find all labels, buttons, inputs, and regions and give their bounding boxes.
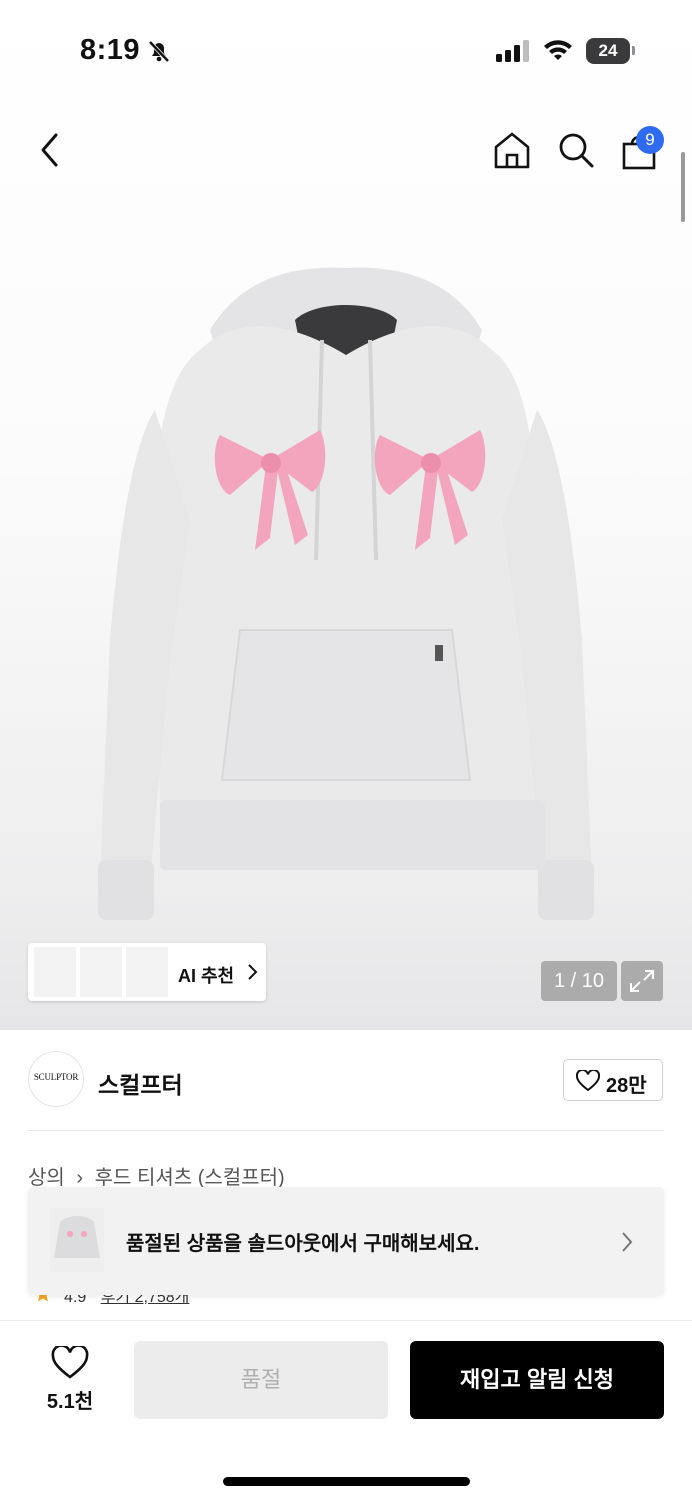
battery-tip bbox=[632, 46, 635, 55]
brand-name[interactable]: 스컬프터 bbox=[98, 1066, 183, 1100]
battery-icon: 24 bbox=[586, 38, 630, 64]
expand-icon bbox=[630, 970, 654, 992]
scroll-indicator[interactable] bbox=[681, 152, 685, 222]
ai-recommend-chip[interactable]: AI 추천 bbox=[28, 943, 266, 1001]
breadcrumb-category[interactable]: 상의 bbox=[28, 1167, 65, 1189]
cart-badge: 9 bbox=[636, 126, 664, 154]
ai-recommend-label: AI 추천 bbox=[178, 966, 235, 986]
breadcrumb-subcategory[interactable]: 후드 티셔츠 (스컬프터) bbox=[95, 1167, 285, 1189]
restock-alert-button[interactable]: 재입고 알림 신청 bbox=[410, 1341, 664, 1419]
hoodie-thumbnail bbox=[54, 1216, 100, 1258]
clock: 8:19 bbox=[80, 34, 141, 66]
cell-signal-icon bbox=[496, 40, 529, 62]
home-indicator[interactable] bbox=[223, 1477, 470, 1486]
hoodie-image bbox=[98, 267, 594, 920]
image-pager: 1 / 10 bbox=[541, 961, 617, 1001]
heart-outline-icon bbox=[576, 1070, 600, 1092]
chevron-right-icon bbox=[622, 1232, 633, 1252]
brand-logo-text: SCULPTOR bbox=[33, 1072, 79, 1082]
wifi-icon bbox=[544, 40, 572, 60]
soldout-banner[interactable]: 품절된 상품을 솔드아웃에서 구매해보세요. bbox=[28, 1187, 664, 1295]
brand-like-button[interactable]: 28만 bbox=[563, 1059, 663, 1101]
ai-thumb-1 bbox=[34, 947, 76, 997]
expand-button[interactable] bbox=[621, 961, 663, 1001]
brand-like-count: 28만 bbox=[606, 1075, 647, 1097]
divider bbox=[28, 1130, 664, 1131]
status-bar: 8:19 24 bbox=[0, 0, 692, 100]
breadcrumb: 상의 › 후드 티셔츠 (스컬프터) bbox=[28, 1161, 285, 1190]
brand-logo[interactable]: SCULPTOR bbox=[28, 1051, 84, 1107]
ai-thumb-3 bbox=[126, 947, 168, 997]
ai-thumb-2 bbox=[80, 947, 122, 997]
top-nav bbox=[0, 120, 692, 180]
bell-muted-icon bbox=[148, 40, 170, 63]
chevron-right-icon bbox=[248, 964, 258, 980]
back-arrow-icon[interactable] bbox=[38, 132, 62, 168]
heart-outline-icon[interactable] bbox=[51, 1346, 89, 1380]
wish-count: 5.1천 bbox=[46, 1391, 94, 1413]
home-icon[interactable] bbox=[492, 130, 532, 170]
search-icon[interactable] bbox=[556, 130, 596, 170]
banner-thumbnail bbox=[50, 1208, 104, 1272]
soldout-button[interactable]: 품절 bbox=[134, 1341, 388, 1419]
banner-text: 품절된 상품을 솔드아웃에서 구매해보세요. bbox=[126, 1233, 480, 1255]
